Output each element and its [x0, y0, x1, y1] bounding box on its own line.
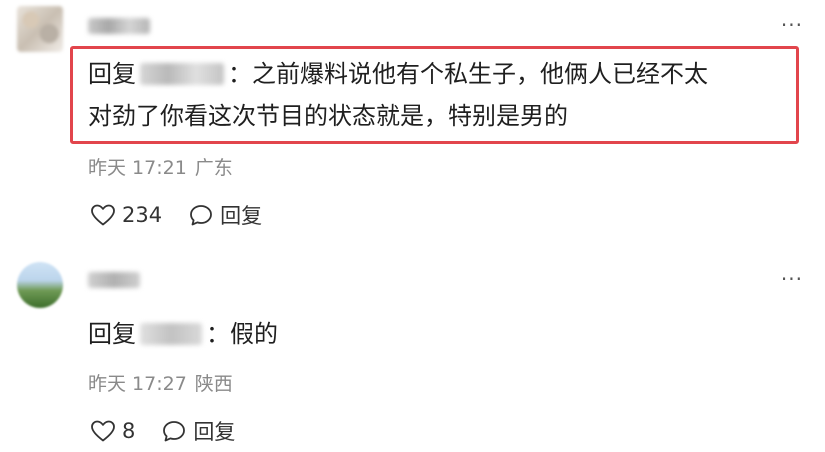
like-button[interactable]: 8 — [90, 419, 135, 443]
comment-location: 广东 — [194, 157, 233, 179]
comment-body: 回复 ：之前爆料说他有个私生子，他俩人已经不太 对劲了你看这次节目的状态就是，特别… — [88, 53, 788, 137]
like-button[interactable]: 234 — [90, 203, 162, 227]
avatar[interactable] — [17, 6, 63, 52]
reply-prefix: 回复 — [88, 60, 136, 88]
more-icon[interactable]: ··· — [781, 15, 803, 35]
reply-button[interactable]: 回复 — [188, 200, 262, 230]
avatar[interactable] — [17, 262, 63, 308]
separator: ： — [206, 320, 230, 348]
comment-time: 昨天 17:21 — [88, 157, 187, 179]
reply-prefix: 回复 — [88, 320, 136, 348]
comment-meta: 昨天 17:21 广东 — [88, 153, 233, 180]
speech-bubble-icon — [190, 205, 212, 226]
like-count: 8 — [122, 419, 136, 443]
username-blurred[interactable] — [88, 272, 140, 288]
comment-text-line2: 对劲了你看这次节目的状态就是，特别是男的 — [88, 102, 568, 130]
comment-actions: 8 回复 — [90, 416, 261, 446]
speech-bubble-icon — [163, 421, 186, 442]
comment-text-line1: 假的 — [230, 320, 278, 348]
mention-blurred[interactable] — [140, 63, 224, 85]
heart-outline-icon — [91, 420, 115, 442]
username-blurred[interactable] — [88, 18, 150, 34]
separator: ： — [228, 60, 252, 88]
comment-item: ··· 回复 ：之前爆料说他有个私生子，他俩人已经不太 对劲了你看这次节目的状态就… — [0, 0, 825, 238]
comment-text-line1: 之前爆料说他有个私生子，他俩人已经不太 — [252, 60, 708, 88]
like-count: 234 — [122, 203, 163, 227]
heart-outline-icon — [91, 204, 115, 226]
comment-time: 昨天 17:27 — [88, 373, 187, 395]
reply-label: 回复 — [220, 204, 263, 228]
reply-label: 回复 — [193, 420, 236, 444]
comment-item: ··· 回复 ：假的 昨天 17:27 陕西 8 回复 — [0, 250, 825, 452]
mention-blurred[interactable] — [140, 323, 202, 345]
comment-meta: 昨天 17:27 陕西 — [88, 369, 233, 396]
comment-body: 回复 ：假的 — [88, 313, 788, 355]
more-icon[interactable]: ··· — [781, 269, 803, 289]
comment-actions: 234 回复 — [90, 200, 288, 230]
reply-button[interactable]: 回复 — [161, 416, 235, 446]
comment-location: 陕西 — [194, 373, 233, 395]
